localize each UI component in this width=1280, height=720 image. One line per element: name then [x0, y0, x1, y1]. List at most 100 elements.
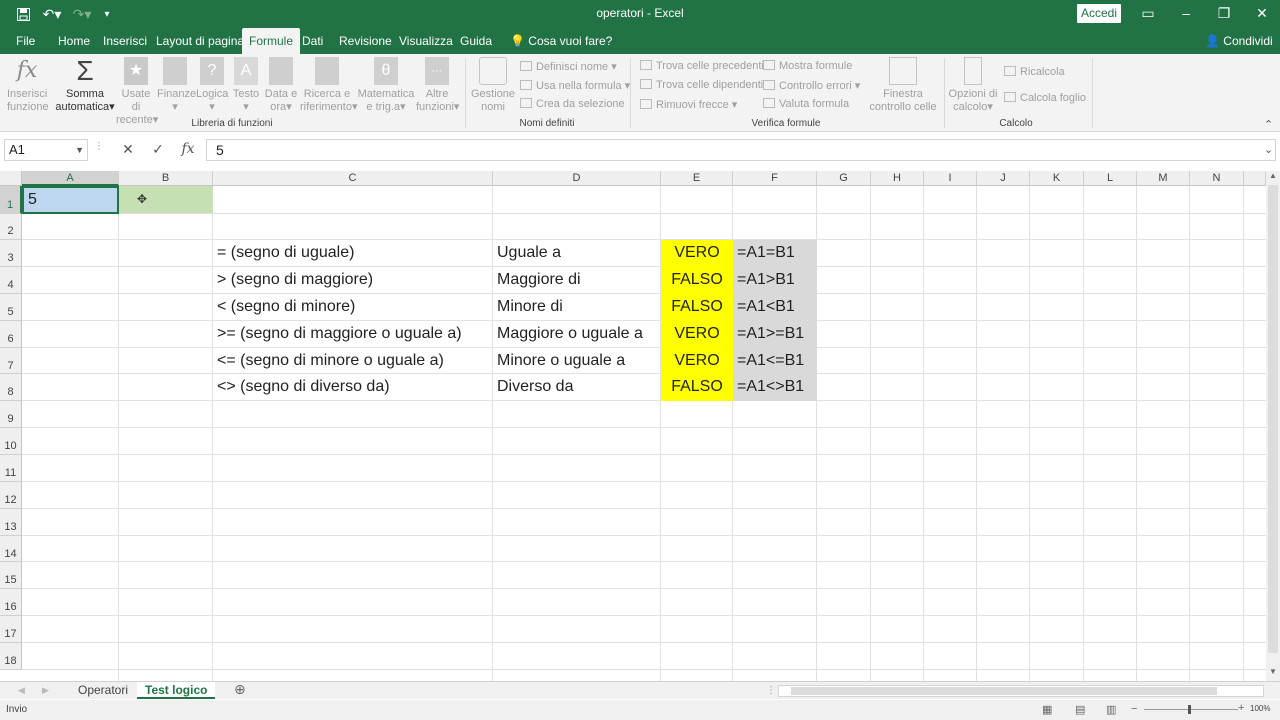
calc-sheet-button[interactable]: Calcola foglio	[1004, 92, 1086, 104]
row-header-12[interactable]: 12	[0, 482, 22, 509]
cell-e8[interactable]: FALSO	[661, 374, 733, 401]
show-formulas-button[interactable]: Mostra formule	[763, 60, 852, 72]
normal-view-icon[interactable]: ▦	[1042, 703, 1052, 716]
trace-precedents-button[interactable]: Trova celle precedenti	[640, 60, 764, 72]
name-manager-button[interactable]: Gestione nomi	[470, 57, 516, 114]
row-header-10[interactable]: 10	[0, 428, 22, 455]
row-header-2[interactable]: 2	[0, 214, 22, 240]
row-header-13[interactable]: 13	[0, 509, 22, 536]
sheet-tab-test-logico[interactable]: Test logico	[137, 682, 216, 699]
name-box[interactable]: A1 ▼	[4, 139, 88, 161]
cell-c5[interactable]: < (segno di minore)	[213, 294, 493, 320]
row-header-14[interactable]: 14	[0, 536, 22, 562]
recent-functions-button[interactable]: ★ Usate di recente▾	[116, 57, 158, 127]
tab-dati[interactable]: Dati	[295, 28, 330, 54]
restore-icon[interactable]: ❐	[1204, 2, 1244, 24]
row-header-11[interactable]: 11	[0, 455, 22, 482]
insert-function-button[interactable]: fx Inserisci funzione	[4, 57, 50, 114]
cell-e7[interactable]: VERO	[661, 348, 733, 374]
column-header-h[interactable]: H	[871, 171, 924, 186]
column-header-d[interactable]: D	[493, 171, 661, 186]
cell-c6[interactable]: >= (segno di maggiore o uguale a)	[213, 321, 493, 347]
column-header-n[interactable]: N	[1190, 171, 1244, 186]
calc-options-button[interactable]: Opzioni di calcolo▾	[948, 57, 998, 114]
scroll-thumb[interactable]	[1268, 185, 1278, 653]
recalculate-button[interactable]: Ricalcola	[1004, 66, 1065, 78]
lookup-button[interactable]: Ricerca e riferimento▾	[300, 57, 358, 114]
row-header-8[interactable]: 8	[0, 374, 22, 401]
error-checking-button[interactable]: Controllo errori ▾	[763, 79, 860, 92]
row-header-16[interactable]: 16	[0, 589, 22, 616]
more-functions-button[interactable]: ··· Altre funzioni▾	[416, 57, 459, 114]
zoom-out-icon[interactable]: −	[1131, 703, 1137, 715]
tab-visualizza[interactable]: Visualizza	[392, 28, 460, 54]
column-header-a[interactable]: A	[22, 171, 119, 186]
cell-d6[interactable]: Maggiore o uguale a	[493, 321, 661, 347]
cell-f8[interactable]: =A1<>B1	[733, 374, 817, 401]
tab-revisione[interactable]: Revisione	[332, 28, 399, 54]
row-header-5[interactable]: 5	[0, 294, 22, 321]
cancel-icon[interactable]: ✕	[116, 141, 140, 159]
logic-button[interactable]: ? Logica ▾	[196, 57, 228, 114]
row-header-4[interactable]: 4	[0, 267, 22, 294]
trace-dependents-button[interactable]: Trova celle dipendenti	[640, 79, 763, 91]
text-button[interactable]: A Testo ▾	[231, 57, 261, 114]
evaluate-formula-button[interactable]: Valuta formula	[763, 98, 849, 110]
row-header-18[interactable]: 18	[0, 643, 22, 670]
cell-e3[interactable]: VERO	[661, 240, 733, 267]
column-header-j[interactable]: J	[977, 171, 1030, 186]
close-icon[interactable]: ✕	[1242, 2, 1280, 24]
tab-layout[interactable]: Layout di pagina	[149, 28, 251, 54]
cell-d8[interactable]: Diverso da	[493, 374, 661, 400]
zoom-level[interactable]: 100%	[1250, 704, 1270, 713]
cell-e4[interactable]: FALSO	[661, 267, 733, 294]
column-header-e[interactable]: E	[661, 171, 733, 186]
column-header-i[interactable]: I	[924, 171, 977, 186]
row-header-9[interactable]: 9	[0, 401, 22, 428]
tab-formule[interactable]: Formule	[242, 28, 301, 54]
column-header-b[interactable]: B	[119, 171, 213, 186]
collapse-ribbon-icon[interactable]: ⌃	[1264, 118, 1273, 131]
scroll-down-icon[interactable]: ▼	[1266, 667, 1280, 679]
cell-f7[interactable]: =A1<=B1	[733, 348, 817, 374]
cell-b1[interactable]: ✥	[119, 186, 213, 213]
tab-guida[interactable]: Guida	[453, 28, 499, 54]
column-header-k[interactable]: K	[1030, 171, 1084, 186]
row-header-6[interactable]: 6	[0, 321, 22, 348]
page-break-view-icon[interactable]: ▥	[1106, 703, 1116, 716]
cell-c4[interactable]: > (segno di maggiore)	[213, 267, 493, 293]
accedi-button[interactable]: Accedi	[1077, 4, 1121, 23]
row-header-15[interactable]: 15	[0, 562, 22, 589]
cell-c7[interactable]: <= (segno di minore o uguale a)	[213, 348, 493, 374]
row-header-3[interactable]: 3	[0, 240, 22, 267]
cell-d4[interactable]: Maggiore di	[493, 267, 661, 293]
cell-f5[interactable]: =A1<B1	[733, 294, 817, 321]
autosum-button[interactable]: Σ Somma automatica▾	[55, 57, 115, 114]
watch-window-button[interactable]: Finestra controllo celle	[866, 57, 940, 114]
sheet-tab-operatori[interactable]: Operatori	[70, 682, 136, 699]
cell-d7[interactable]: Minore o uguale a	[493, 348, 661, 374]
cell-f4[interactable]: =A1>B1	[733, 267, 817, 294]
define-name-button[interactable]: Definisci nome ▾	[520, 60, 617, 73]
cell-d5[interactable]: Minore di	[493, 294, 661, 320]
date-time-button[interactable]: Data e ora▾	[264, 57, 298, 114]
tell-me-search[interactable]: 💡 Cosa vuoi fare?	[503, 28, 619, 54]
remove-arrows-button[interactable]: Rimuovi frecce ▾	[640, 98, 737, 111]
zoom-slider-thumb[interactable]	[1188, 705, 1191, 714]
next-sheet-icon[interactable]: ▶	[34, 682, 57, 699]
row-header-7[interactable]: 7	[0, 348, 22, 374]
create-from-selection-button[interactable]: Crea da selezione	[520, 98, 625, 110]
vertical-scrollbar[interactable]: ▲ ▼	[1266, 171, 1280, 681]
horizontal-scroll-thumb[interactable]	[791, 687, 1217, 695]
tab-home[interactable]: Home	[51, 28, 97, 54]
zoom-in-icon[interactable]: +	[1238, 702, 1244, 714]
column-header-c[interactable]: C	[213, 171, 493, 186]
column-header-o[interactable]	[1244, 171, 1266, 186]
add-sheet-icon[interactable]: ⊕	[226, 682, 254, 699]
cell-d3[interactable]: Uguale a	[493, 240, 661, 266]
share-button[interactable]: 👤 Condividi	[1198, 28, 1280, 54]
ribbon-display-icon[interactable]: ▭	[1128, 2, 1168, 24]
fx-icon[interactable]: fx	[176, 141, 200, 159]
use-in-formula-button[interactable]: Usa nella formula ▾	[520, 79, 630, 92]
column-header-l[interactable]: L	[1084, 171, 1137, 186]
